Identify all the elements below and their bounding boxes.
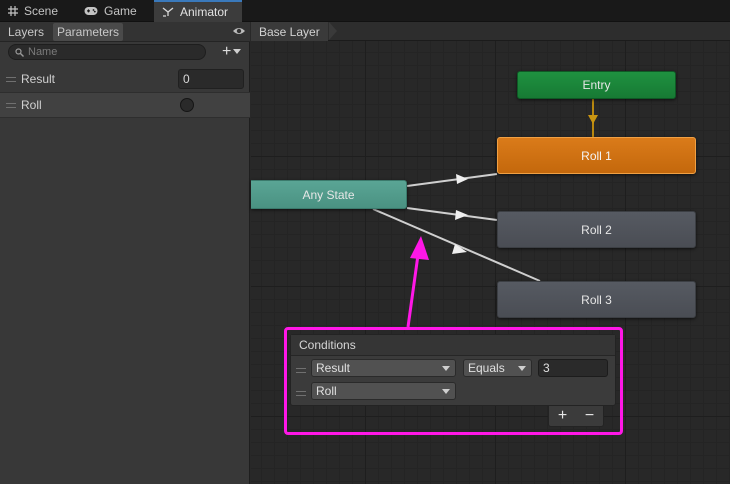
window-tab-bar: Scene Game Animator	[0, 0, 730, 22]
chevron-down-icon	[233, 49, 242, 54]
condition-parameter-dropdown[interactable]: Roll	[311, 382, 456, 400]
gamepad-icon	[84, 7, 98, 15]
breadcrumb: Base Layer	[251, 22, 730, 41]
tab-game[interactable]: Game	[76, 0, 145, 22]
dropdown-value: Result	[316, 361, 351, 375]
state-label: Entry	[582, 78, 611, 92]
state-any-state[interactable]: Any State	[251, 180, 407, 209]
caret-down-icon	[442, 366, 450, 371]
dropdown-value: Roll	[316, 384, 337, 398]
add-condition-button[interactable]: +	[558, 408, 567, 424]
tab-scene[interactable]: Scene	[0, 0, 66, 22]
dropdown-value: Equals	[468, 361, 505, 375]
parameter-int-field[interactable]: 0	[178, 69, 244, 89]
tab-scene-label: Scene	[24, 4, 59, 18]
condition-row: Roll	[291, 382, 615, 405]
condition-mode-dropdown[interactable]: Equals	[463, 359, 532, 377]
drag-handle-icon[interactable]	[296, 368, 306, 373]
state-label: Roll 1	[581, 148, 612, 163]
condition-value-input[interactable]: 3	[538, 359, 608, 377]
tab-animator[interactable]: Animator	[154, 0, 242, 22]
eye-icon[interactable]	[232, 25, 246, 37]
breadcrumb-base-layer[interactable]: Base Layer	[251, 22, 328, 41]
state-label: Any State	[302, 187, 355, 202]
parameter-search[interactable]	[8, 44, 206, 60]
state-entry[interactable]: Entry	[517, 71, 676, 99]
conditions-title: Conditions	[299, 338, 356, 352]
parameters-panel: Layers Parameters + Result 0 Roll	[0, 22, 250, 484]
trigger-toggle[interactable]	[180, 98, 194, 112]
conditions-panel: Conditions Result Equals 3 Roll	[290, 334, 616, 406]
panel-subtabs: Layers Parameters	[0, 22, 250, 42]
grid-icon	[8, 6, 18, 16]
state-label: Roll 3	[581, 292, 612, 307]
caret-down-icon	[442, 389, 450, 394]
parameter-row-roll[interactable]: Roll	[0, 92, 250, 118]
drag-handle-icon[interactable]	[296, 391, 306, 396]
tab-parameters[interactable]: Parameters	[53, 23, 124, 41]
tab-layers-label: Layers	[8, 25, 45, 39]
tab-game-label: Game	[104, 4, 137, 18]
state-roll-2[interactable]: Roll 2	[497, 211, 696, 248]
add-parameter-button[interactable]: +	[222, 43, 248, 61]
tab-parameters-label: Parameters	[57, 25, 120, 39]
state-roll-1[interactable]: Roll 1	[497, 137, 696, 174]
state-label: Roll 2	[581, 222, 612, 237]
search-input[interactable]	[28, 46, 198, 58]
breadcrumb-arrow-icon	[329, 22, 337, 40]
parameter-row-result[interactable]: Result 0	[0, 66, 250, 92]
conditions-header: Conditions	[291, 335, 615, 356]
parameter-name: Result	[21, 72, 56, 86]
tab-layers[interactable]: Layers	[4, 23, 48, 41]
condition-row: Result Equals 3	[291, 359, 615, 382]
parameter-name: Roll	[21, 98, 42, 112]
drag-handle-icon[interactable]	[6, 102, 16, 108]
remove-condition-button[interactable]: −	[585, 408, 594, 424]
condition-parameter-dropdown[interactable]: Result	[311, 359, 456, 377]
conditions-footer: + −	[548, 406, 604, 427]
add-parameter-symbol: +	[222, 43, 232, 60]
breadcrumb-label: Base Layer	[259, 24, 320, 39]
tab-animator-label: Animator	[180, 5, 229, 19]
animator-icon	[162, 7, 174, 17]
caret-down-icon	[518, 366, 526, 371]
drag-handle-icon[interactable]	[6, 76, 16, 82]
search-icon	[15, 47, 24, 57]
state-roll-3[interactable]: Roll 3	[497, 281, 696, 318]
